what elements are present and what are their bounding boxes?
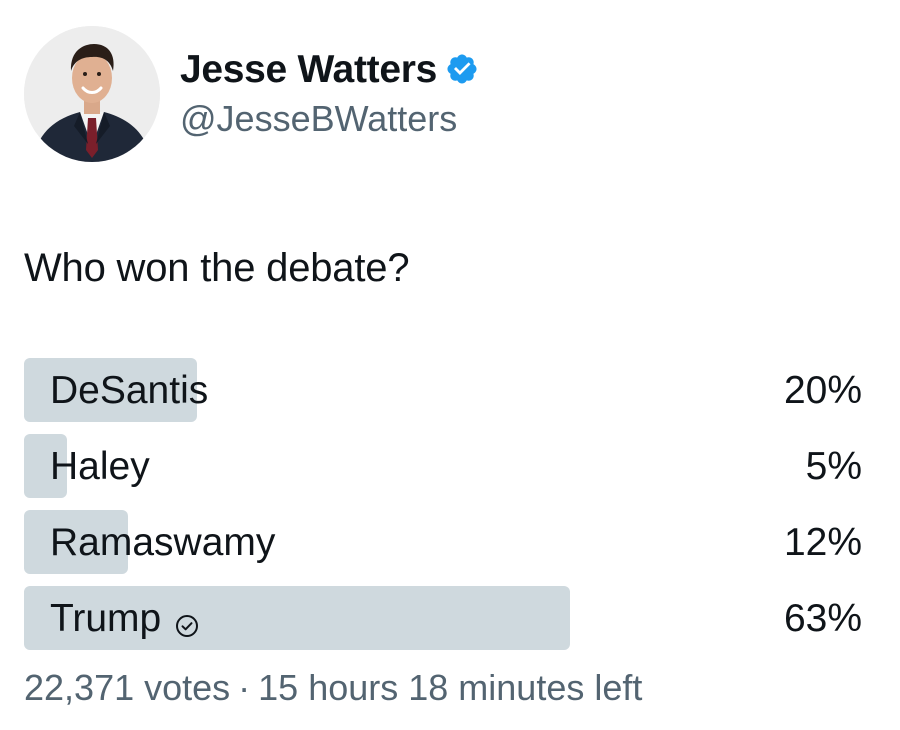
tweet-text: Who won the debate? [24, 246, 410, 290]
poll-option-name: Ramaswamy [50, 520, 276, 564]
poll-option-name: Haley [50, 444, 150, 488]
avatar[interactable] [24, 26, 160, 162]
poll-option-label: DeSantis [50, 358, 208, 422]
author-handle[interactable]: @JesseBWatters [180, 101, 479, 137]
poll-votes-count: 22,371 votes [24, 667, 231, 708]
poll-option: Trump 63% [24, 586, 862, 650]
poll-option-percent: 20% [783, 368, 862, 412]
poll-option-name: DeSantis [50, 368, 209, 412]
poll-option-name: Trump [50, 596, 162, 640]
display-name[interactable]: Jesse Watters [180, 50, 437, 89]
poll-option-percent: 63% [783, 596, 862, 640]
poll-option: Haley 5% [24, 434, 862, 498]
poll-option-label: Haley [50, 434, 150, 498]
poll-time-left: 15 hours 18 minutes left [258, 667, 643, 708]
poll-option: Ramaswamy 12% [24, 510, 862, 574]
poll: DeSantis 20% Haley 5% Ramaswamy 12% Trum… [24, 358, 862, 662]
tweet-header: Jesse Watters @JesseBWatters [24, 24, 479, 164]
poll-option-percent: 5% [805, 444, 862, 488]
poll-option-percent: 12% [783, 520, 862, 564]
separator-dot: · [238, 667, 251, 708]
display-name-row: Jesse Watters [180, 43, 479, 95]
author-names: Jesse Watters @JesseBWatters [180, 43, 479, 137]
poll-option: DeSantis 20% [24, 358, 862, 422]
profile-photo [24, 26, 160, 162]
poll-footer: 22,371 votes · 15 hours 18 minutes left [24, 670, 642, 706]
poll-option-label: Trump [50, 586, 199, 650]
check-circle-icon [175, 606, 199, 637]
poll-option-label: Ramaswamy [50, 510, 275, 574]
verified-badge-icon[interactable] [445, 52, 479, 86]
